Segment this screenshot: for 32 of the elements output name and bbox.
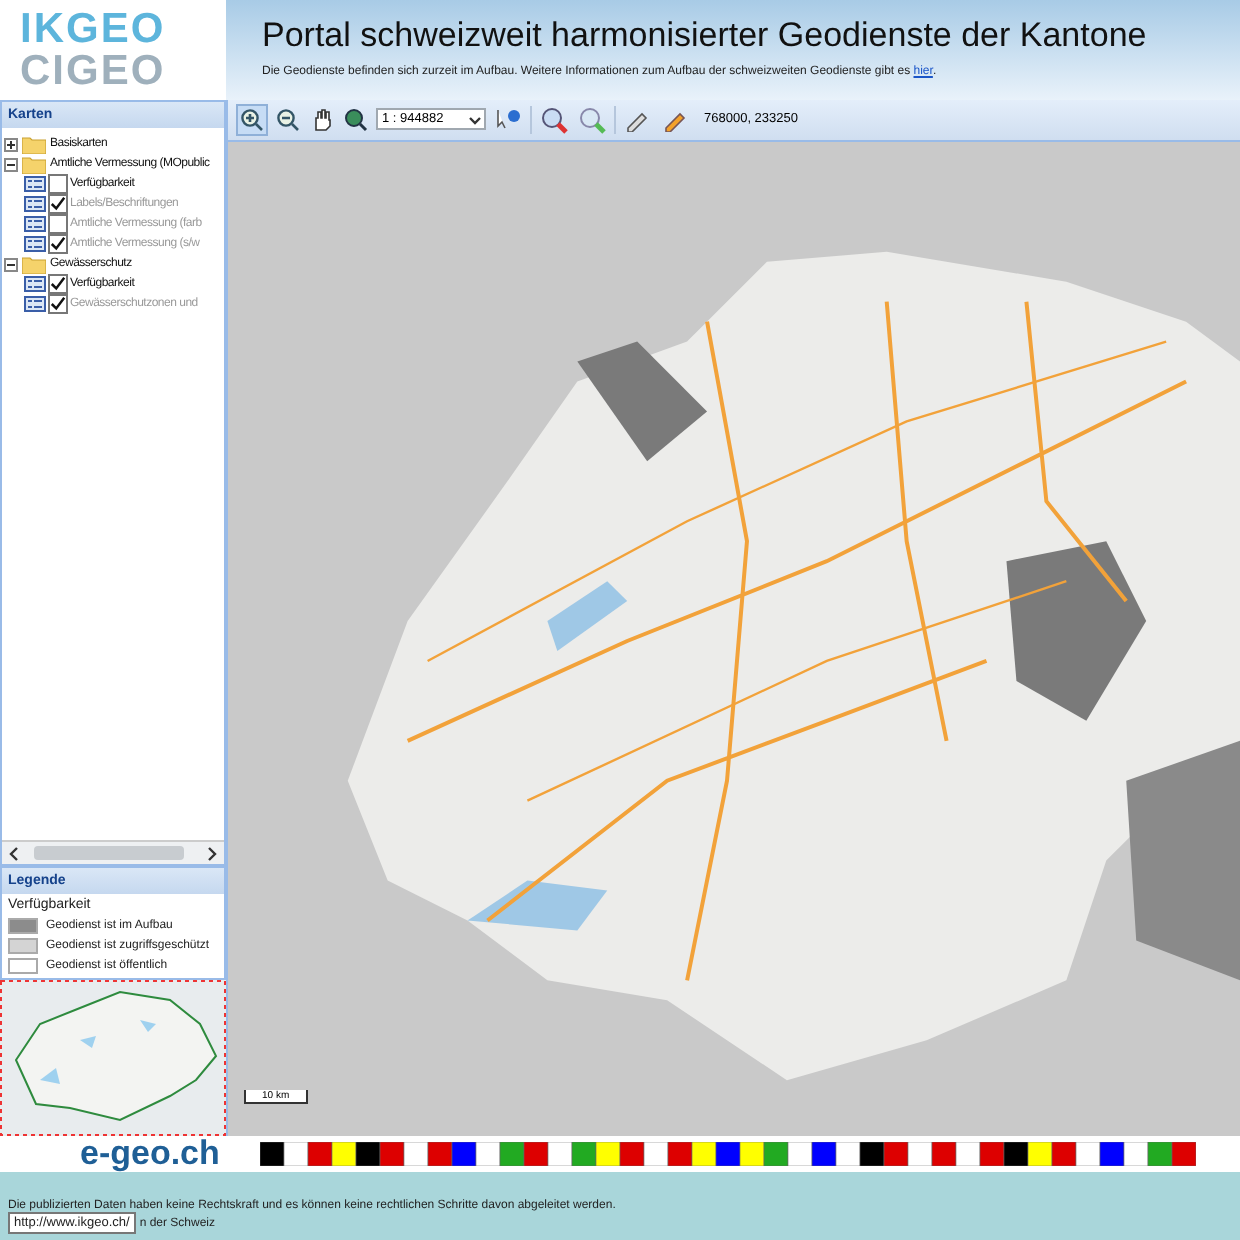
logo-text: IKGEO (20, 8, 168, 50)
layer-icon (24, 176, 46, 192)
collapse-icon[interactable] (4, 157, 18, 171)
folder-icon (22, 255, 46, 273)
search-icon[interactable] (538, 103, 570, 136)
scroll-right-icon[interactable] (206, 845, 218, 861)
layer-checkbox[interactable] (48, 234, 68, 254)
expand-icon[interactable] (4, 137, 18, 151)
scroll-left-icon[interactable] (8, 845, 20, 861)
layer-checkbox[interactable] (48, 274, 68, 294)
layer-checkbox[interactable] (48, 214, 68, 234)
page-title: Portal schweizweit harmonisierter Geodienste der Kantone (262, 16, 1147, 56)
layer-icon (24, 276, 46, 292)
layer-checkbox[interactable] (48, 174, 68, 194)
folder-icon (22, 155, 46, 173)
zoom-out-icon[interactable] (274, 105, 302, 134)
logo-text: CIGEO (20, 50, 168, 92)
zoom-in-icon[interactable] (236, 103, 268, 136)
layer-checkbox[interactable] (48, 294, 68, 314)
layer-checkbox[interactable] (48, 194, 68, 214)
folder-icon (22, 135, 46, 153)
layer-icon (24, 236, 46, 252)
info-cursor-icon[interactable] (492, 105, 524, 134)
collapse-icon[interactable] (4, 257, 18, 271)
layer-icon (24, 196, 46, 212)
layer-icon (24, 296, 46, 312)
layer-icon (24, 216, 46, 232)
search-icon[interactable] (576, 103, 608, 136)
horizontal-scrollbar[interactable] (2, 840, 224, 864)
globe-magnifier-icon[interactable] (342, 105, 370, 134)
footer-logo: e-geo.ch (80, 1134, 220, 1174)
caret-icon (466, 111, 484, 128)
